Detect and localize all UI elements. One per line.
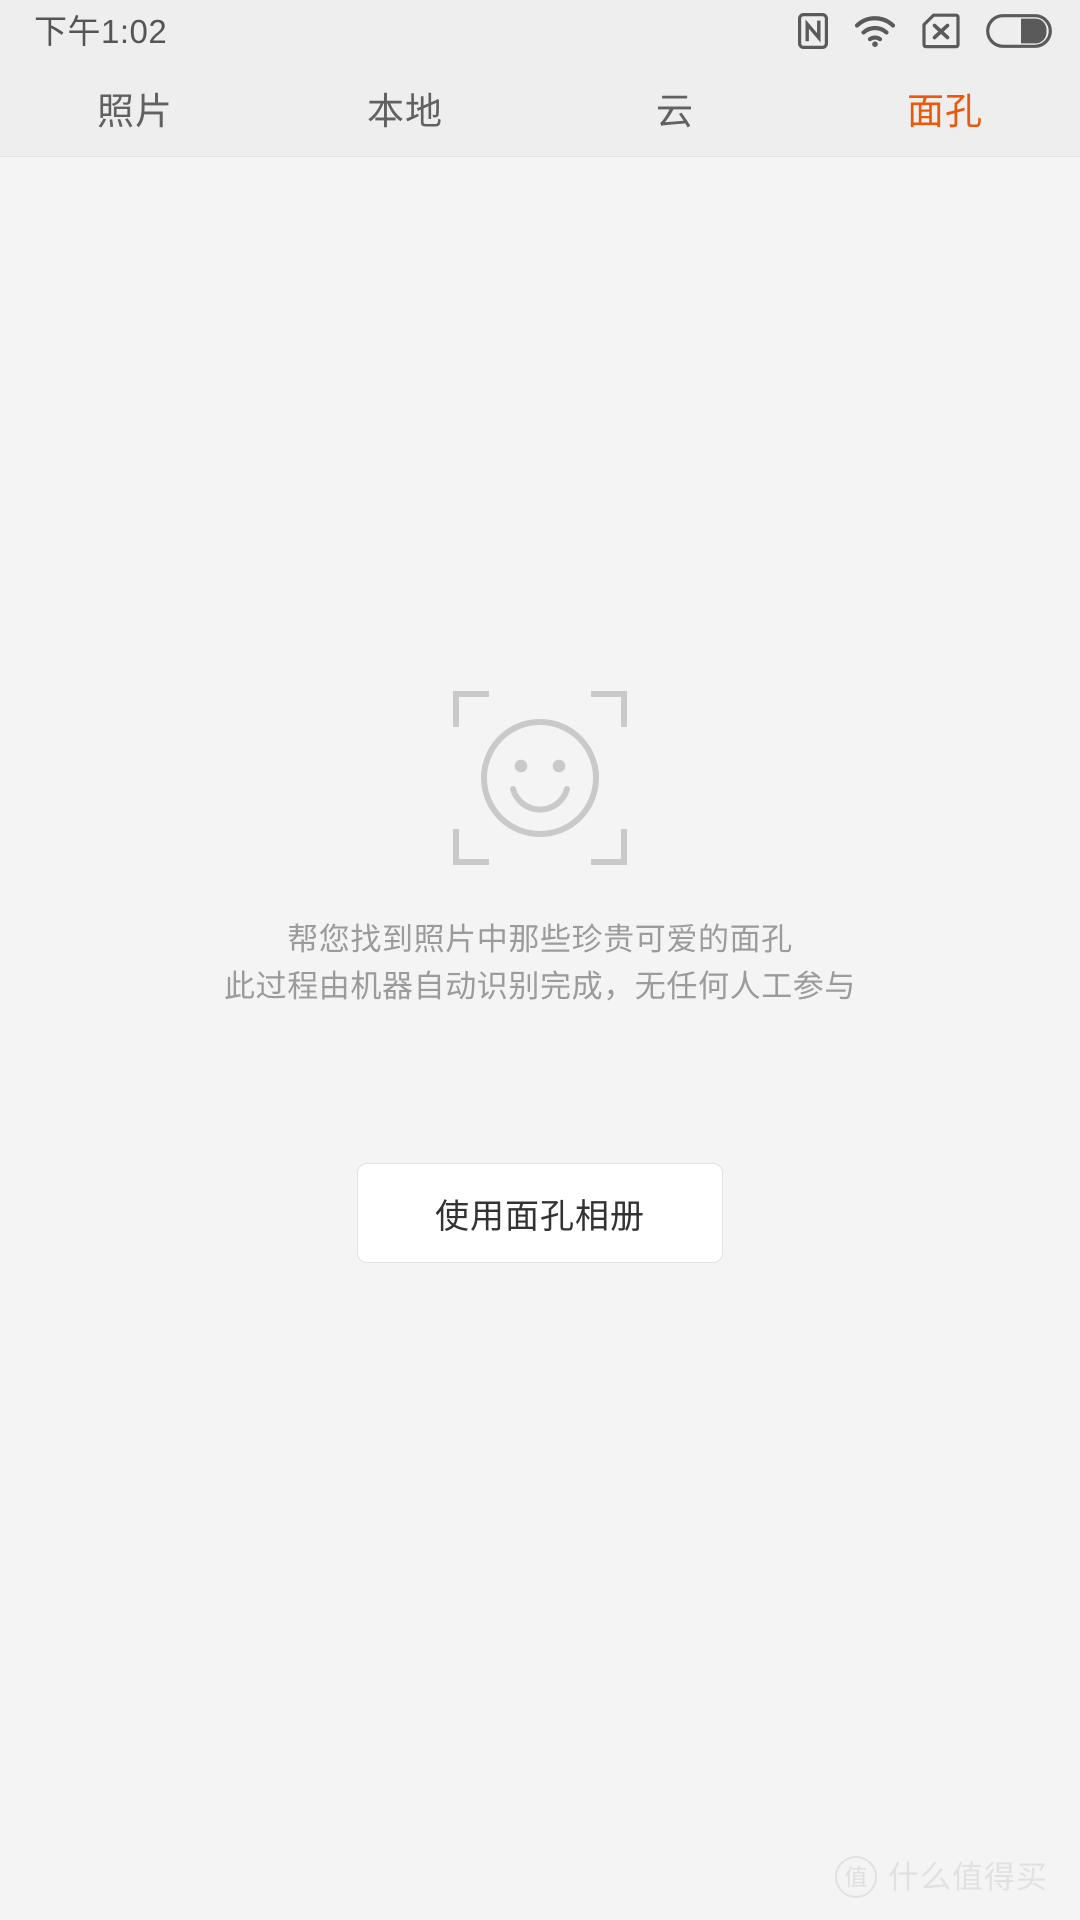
hint-line-1: 帮您找到照片中那些珍贵可爱的面孔 [287, 922, 793, 957]
face-scan-icon [450, 688, 630, 868]
watermark-text: 什么值得买 [888, 1859, 1048, 1895]
watermark: 值 什么值得买 [835, 1856, 1048, 1898]
no-sim-icon [922, 13, 960, 49]
tab-cloud[interactable]: 云 [540, 89, 810, 130]
tab-photos[interactable]: 照片 [0, 89, 270, 130]
hint-line-2: 此过程由机器自动识别完成，无任何人工参与 [224, 969, 856, 1004]
status-icons [798, 13, 1052, 49]
watermark-badge-icon: 值 [835, 1856, 877, 1898]
tab-bar: 照片 本地 云 面孔 [0, 62, 1080, 157]
tab-local[interactable]: 本地 [270, 89, 540, 130]
status-clock: 下午1:02 [34, 12, 168, 50]
nfc-icon [798, 13, 828, 49]
faces-empty-state: 帮您找到照片中那些珍贵可爱的面孔 此过程由机器自动识别完成，无任何人工参与 使用… [0, 158, 1080, 1920]
status-bar: 下午1:02 [0, 0, 1080, 62]
tab-faces[interactable]: 面孔 [810, 89, 1080, 130]
wifi-icon [854, 15, 896, 47]
use-face-album-button[interactable]: 使用面孔相册 [357, 1163, 723, 1263]
battery-icon [986, 14, 1052, 48]
hint-block: 帮您找到照片中那些珍贵可爱的面孔 此过程由机器自动识别完成，无任何人工参与 [0, 916, 1080, 1010]
